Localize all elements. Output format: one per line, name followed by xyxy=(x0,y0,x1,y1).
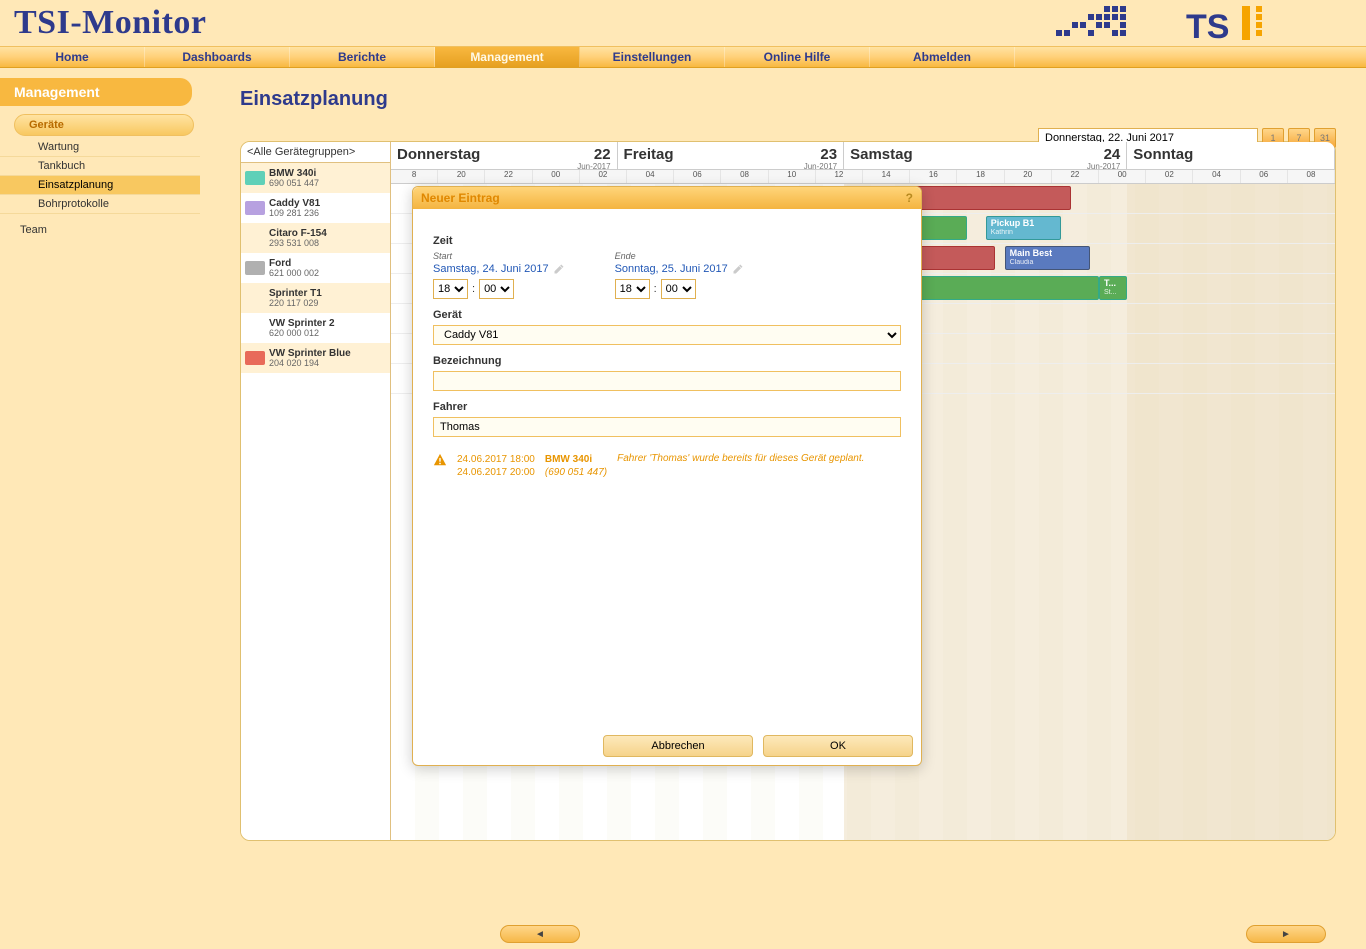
vehicle-icon xyxy=(245,171,265,185)
device-row[interactable]: BMW 340i690 051 447 xyxy=(241,163,390,193)
hour-tick: 22 xyxy=(1052,170,1099,183)
device-panel: <Alle Gerätegruppen> BMW 340i690 051 447… xyxy=(241,142,391,840)
schedule-bar[interactable]: T...St... xyxy=(1099,276,1127,300)
ok-button[interactable]: OK xyxy=(763,735,913,757)
label-start: Start xyxy=(433,251,565,261)
label-fahrer: Fahrer xyxy=(433,401,901,413)
device-row[interactable]: VW Sprinter 2620 000 012 xyxy=(241,313,390,343)
sidebar: Management Geräte Wartung Tankbuch Einsa… xyxy=(0,68,200,949)
day-header: Freitag23Jun-2017 xyxy=(618,142,845,169)
timeline-prev-button[interactable]: ◄ xyxy=(500,925,580,943)
sidebar-item-wartung[interactable]: Wartung xyxy=(0,138,200,157)
warning-device: BMW 340i (690 051 447) xyxy=(545,453,607,479)
vehicle-icon xyxy=(245,351,265,365)
hour-tick: 00 xyxy=(1099,170,1146,183)
hour-tick: 14 xyxy=(863,170,910,183)
sidebar-item-bohrprotokolle[interactable]: Bohrprotokolle xyxy=(0,195,200,214)
app-title: TSI-Monitor xyxy=(14,4,207,41)
bezeichnung-input[interactable] xyxy=(433,371,901,391)
hour-tick: 22 xyxy=(485,170,532,183)
device-row[interactable]: VW Sprinter Blue204 020 194 xyxy=(241,343,390,373)
app-banner: TSI-Monitor TS xyxy=(0,0,1366,46)
nav-home[interactable]: Home xyxy=(0,47,145,67)
nav-einstellungen[interactable]: Einstellungen xyxy=(580,47,725,67)
pencil-icon xyxy=(732,263,744,275)
label-ende: Ende xyxy=(615,251,744,261)
start-hour-select[interactable]: 18 xyxy=(433,279,468,299)
dialog-help-icon[interactable]: ? xyxy=(906,191,913,205)
hour-tick: 06 xyxy=(1241,170,1288,183)
label-geraet: Gerät xyxy=(433,309,901,321)
sidebar-item-einsatzplanung[interactable]: Einsatzplanung xyxy=(0,176,200,195)
tsi-logo: TS xyxy=(1056,2,1356,44)
warning-icon xyxy=(433,453,447,467)
new-entry-dialog: Neuer Eintrag ? Zeit Start Samstag, 24. … xyxy=(412,186,922,766)
label-zeit: Zeit xyxy=(433,235,901,247)
conflict-warning: 24.06.2017 18:00 24.06.2017 20:00 BMW 34… xyxy=(433,453,901,479)
nav-online-hilfe[interactable]: Online Hilfe xyxy=(725,47,870,67)
hour-tick: 10 xyxy=(769,170,816,183)
schedule-bar[interactable]: Pickup B1Kathrin xyxy=(986,216,1062,240)
device-filter[interactable]: <Alle Gerätegruppen> xyxy=(241,142,390,163)
day-header: Sonntag xyxy=(1127,142,1335,169)
hour-tick: 20 xyxy=(438,170,485,183)
main-nav: Home Dashboards Berichte Management Eins… xyxy=(0,46,1366,68)
device-row[interactable]: Ford621 000 002 xyxy=(241,253,390,283)
nav-berichte[interactable]: Berichte xyxy=(290,47,435,67)
hour-tick: 04 xyxy=(1193,170,1240,183)
hour-tick: 16 xyxy=(910,170,957,183)
vehicle-icon xyxy=(245,231,265,245)
hour-tick: 08 xyxy=(721,170,768,183)
vehicle-icon xyxy=(245,321,265,335)
hour-tick: 12 xyxy=(816,170,863,183)
sidebar-item-team[interactable]: Team xyxy=(0,214,200,239)
hour-tick: 20 xyxy=(1005,170,1052,183)
hour-tick: 18 xyxy=(957,170,1004,183)
sidebar-group-geraete[interactable]: Geräte xyxy=(14,114,194,136)
hour-tick: 02 xyxy=(1146,170,1193,183)
hour-tick: 8 xyxy=(391,170,438,183)
hour-tick: 02 xyxy=(580,170,627,183)
end-minute-select[interactable]: 00 xyxy=(661,279,696,299)
svg-text:TS: TS xyxy=(1186,8,1229,44)
sidebar-item-tankbuch[interactable]: Tankbuch xyxy=(0,157,200,176)
warning-times: 24.06.2017 18:00 24.06.2017 20:00 xyxy=(457,453,535,479)
device-row[interactable]: Caddy V81109 281 236 xyxy=(241,193,390,223)
start-date-link[interactable]: Samstag, 24. Juni 2017 xyxy=(433,263,565,275)
label-bezeichnung: Bezeichnung xyxy=(433,355,901,367)
hour-tick: 06 xyxy=(674,170,721,183)
hour-tick: 00 xyxy=(533,170,580,183)
sidebar-section-title: Management xyxy=(0,78,192,106)
device-row[interactable]: Sprinter T1220 117 029 xyxy=(241,283,390,313)
hour-tick: 08 xyxy=(1288,170,1335,183)
vehicle-icon xyxy=(245,261,265,275)
vehicle-icon xyxy=(245,201,265,215)
geraet-select[interactable]: Caddy V81 xyxy=(433,325,901,345)
dialog-titlebar[interactable]: Neuer Eintrag ? xyxy=(413,187,921,209)
end-hour-select[interactable]: 18 xyxy=(615,279,650,299)
device-row[interactable]: Citaro F-154293 531 008 xyxy=(241,223,390,253)
cancel-button[interactable]: Abbrechen xyxy=(603,735,753,757)
day-header: Donnerstag22Jun-2017 xyxy=(391,142,618,169)
warning-message: Fahrer 'Thomas' wurde bereits für dieses… xyxy=(617,453,901,479)
nav-management[interactable]: Management xyxy=(435,47,580,67)
vehicle-icon xyxy=(245,291,265,305)
timeline-next-button[interactable]: ► xyxy=(1246,925,1326,943)
start-minute-select[interactable]: 00 xyxy=(479,279,514,299)
schedule-bar[interactable]: Main BestClaudia xyxy=(1005,246,1090,270)
pencil-icon xyxy=(553,263,565,275)
day-header: Samstag24Jun-2017 xyxy=(844,142,1127,169)
nav-abmelden[interactable]: Abmelden xyxy=(870,47,1015,67)
nav-dashboards[interactable]: Dashboards xyxy=(145,47,290,67)
dialog-title: Neuer Eintrag xyxy=(421,191,500,205)
end-date-link[interactable]: Sonntag, 25. Juni 2017 xyxy=(615,263,744,275)
fahrer-input[interactable] xyxy=(433,417,901,437)
page-title: Einsatzplanung xyxy=(240,88,1336,111)
hour-tick: 04 xyxy=(627,170,674,183)
